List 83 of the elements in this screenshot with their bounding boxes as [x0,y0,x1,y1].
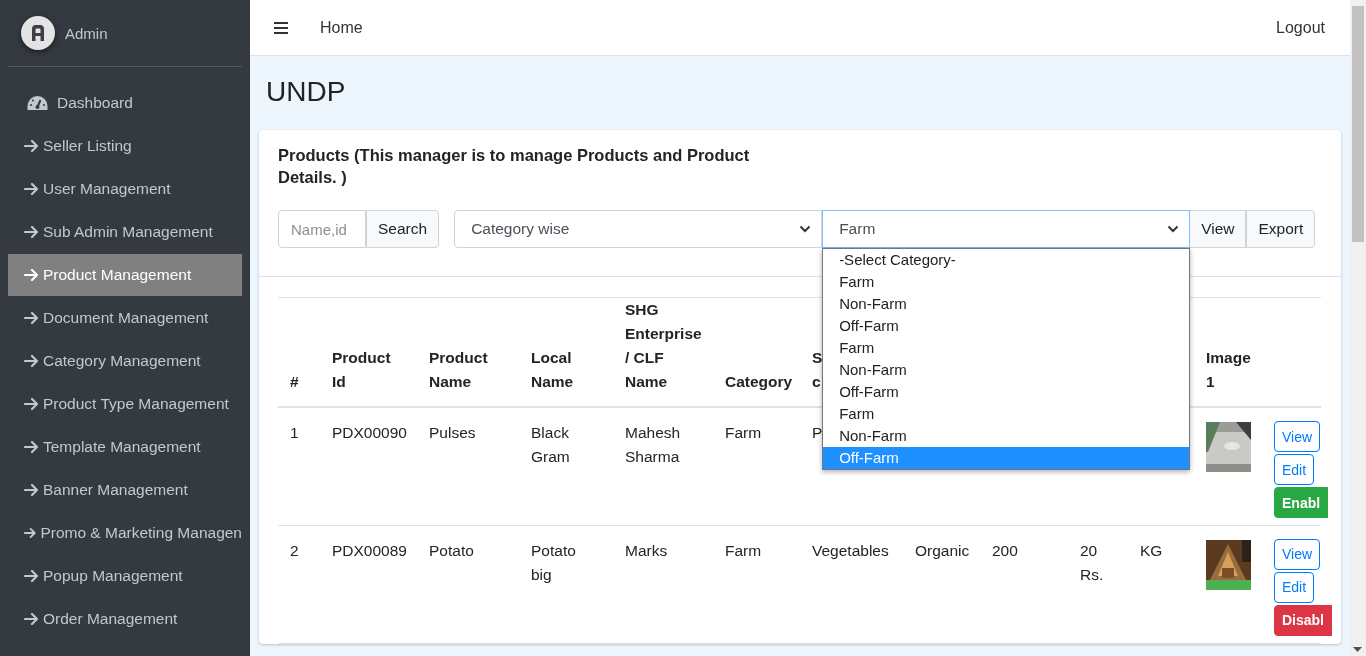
column-header: Local Name [531,349,574,390]
table-cell: Potato big [531,541,576,583]
arrow-right-icon [24,483,39,497]
user-name: Admin [65,24,108,42]
nav-item[interactable]: Popup Management [8,555,242,597]
table-cell: P [812,424,823,441]
nav-item[interactable]: Promo & Marketing Managen [8,512,242,554]
dropdown-option[interactable]: Non-Farm [823,425,1190,447]
nav-item[interactable]: Banner Management [8,469,242,511]
scrollbar[interactable] [1350,0,1366,656]
table-cell: 200 [992,541,1018,559]
view-button[interactable]: View [1190,210,1247,248]
table-cell: Mahesh Sharma [625,424,681,465]
arrow-right-icon [24,569,39,583]
dropdown-option[interactable]: Non-Farm [823,293,1190,315]
table-cell: Marks [625,541,668,559]
table-cell: 2 [290,541,299,559]
arrow-right-icon [24,225,39,239]
view-button[interactable]: View [1274,421,1321,452]
table-cell: Potato [429,541,474,559]
table-cell: Pulses [429,424,476,441]
arrow-right-icon [24,526,37,540]
table-cell: Vegetables [812,541,889,559]
table-cell: Organic [915,541,970,559]
nav-item[interactable]: Product Type Management [8,383,242,425]
gauge-icon [27,95,48,111]
filter-select[interactable]: Category wise [454,210,823,248]
arrow-right-icon [24,139,39,153]
nav-item[interactable]: Product Management [8,254,242,296]
nav-item[interactable]: Template Management [8,426,242,468]
search-button[interactable]: Search [366,210,440,248]
nav-item[interactable]: Seller Listing [8,125,242,167]
nav-item[interactable]: User Management [8,168,242,210]
status-button[interactable]: Disabl [1274,604,1332,636]
search-field[interactable]: Name,id [278,210,366,248]
nav-item[interactable]: Sub Admin Management [8,211,242,253]
column-header: Product Id [332,348,391,392]
column-header: Product Name [429,349,488,390]
column-header: S c [812,348,823,392]
category-select[interactable]: Farm [822,210,1191,248]
dropdown-option[interactable]: Farm [823,403,1190,425]
column-header: Image 1 [1206,349,1251,390]
arrow-right-icon [24,268,39,282]
dropdown-option[interactable]: Farm [823,271,1190,293]
edit-button[interactable]: Edit [1274,571,1315,603]
column-header: # [290,373,299,390]
table-cell: PDX00090 [332,424,407,441]
table-cell: 1 [290,424,299,441]
table-cell: 20 Rs. [1080,541,1104,583]
edit-button[interactable]: Edit [1274,454,1315,485]
chevron-down-icon [1167,225,1180,233]
table-cell: Black Gram [531,424,570,465]
table-cell: PDX00089 [332,541,407,559]
arrow-right-icon [24,354,39,368]
scroll-down-icon[interactable] [1353,647,1362,652]
dropdown-option[interactable]: Non-Farm [823,359,1190,381]
arrow-right-icon [24,397,39,411]
nav-item[interactable]: Dashboard [8,82,242,124]
arrow-right-icon [24,182,39,196]
export-button[interactable]: Export [1246,210,1316,248]
nav-item[interactable]: Order Management [8,598,242,640]
chevron-down-icon [799,225,812,233]
menu-icon[interactable] [274,21,288,34]
view-button[interactable]: View [1274,538,1321,570]
column-header: Category [725,373,793,390]
dropdown-option[interactable]: -Select Category- [823,249,1190,271]
arrow-right-icon [24,612,39,626]
logout-link[interactable]: Logout [1276,18,1325,37]
nav-item[interactable]: Document Management [8,297,242,339]
avatar-icon [21,16,55,50]
nav-item[interactable]: Category Management [8,340,242,382]
table-cell: Farm [725,541,762,559]
dropdown-option[interactable]: Off-Farm [823,315,1190,337]
page-title: UNDP [266,76,347,109]
home-link[interactable]: Home [320,18,363,37]
column-header: SHG Enterprise / CLF Name [625,301,702,390]
dropdown-option[interactable]: Off-Farm [823,381,1190,403]
table-cell: KG [1140,541,1163,559]
card-title: Products (This manager is to manage Products and Product Details. ) [278,145,751,188]
arrow-right-icon [24,440,39,454]
table-cell: Farm [725,424,762,441]
arrow-right-icon [24,311,39,325]
dropdown-option[interactable]: Farm [823,337,1190,359]
